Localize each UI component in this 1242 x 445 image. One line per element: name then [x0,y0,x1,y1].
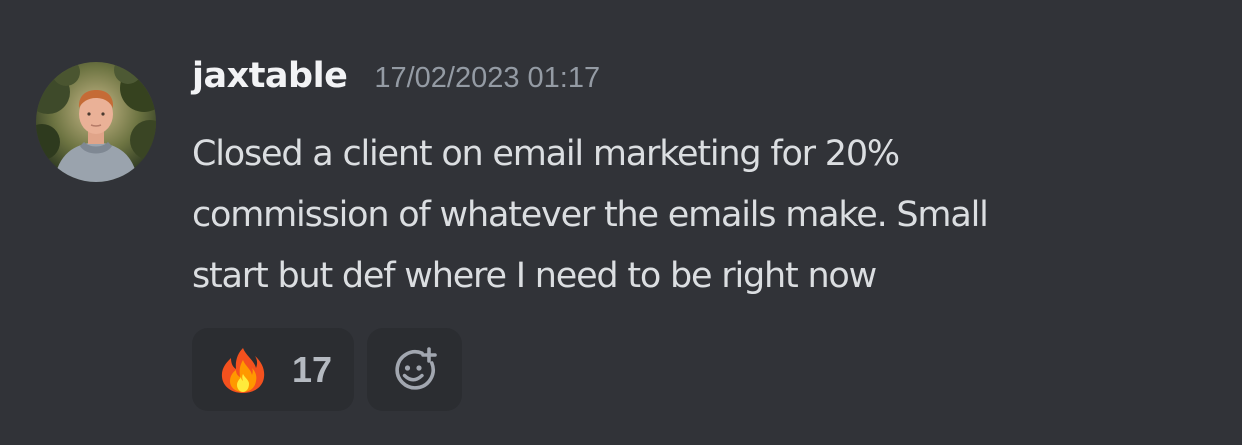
message-content: Closed a client on email marketing for 2… [192,124,1192,307]
message-header: jaxtable 17/02/2023 01:17 [192,56,600,112]
fire-reaction-button[interactable]: 17 [192,328,354,411]
message-line: commission of whatever the emails make. … [192,195,989,235]
avatar-photo-icon [36,62,156,182]
add-reaction-button[interactable] [367,328,462,411]
add-reaction-icon [394,346,437,390]
message-line: start but def where I need to be right n… [192,256,877,296]
reactions-bar: 17 [192,328,462,411]
message-line: Closed a client on email marketing for 2… [192,134,900,174]
avatar[interactable] [36,62,156,182]
author-username[interactable]: jaxtable [192,56,348,96]
fire-emoji-icon [221,347,265,393]
reaction-count: 17 [292,348,333,390]
message-timestamp: 17/02/2023 01:17 [374,62,601,94]
chat-message: jaxtable 17/02/2023 01:17 Closed a clien… [0,0,1242,445]
